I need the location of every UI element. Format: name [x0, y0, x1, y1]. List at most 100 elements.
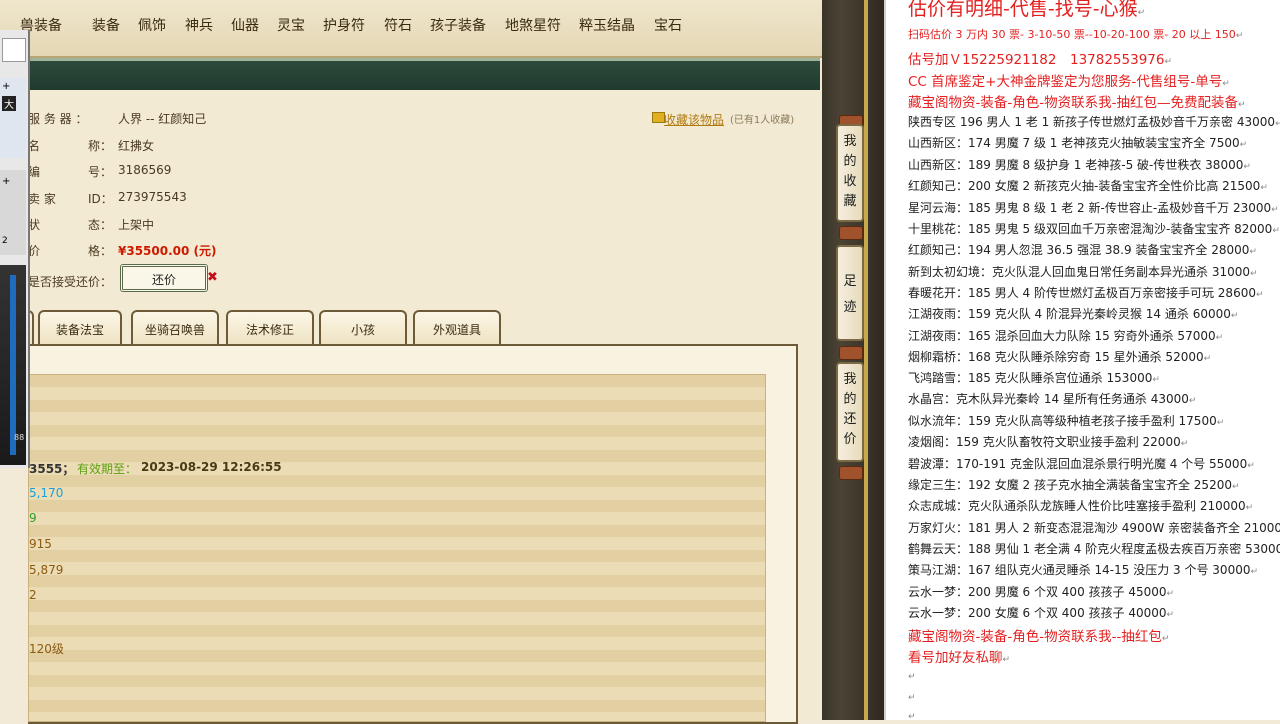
nav-item[interactable]: 符石	[384, 0, 412, 56]
doc-line-text: 众志成城：克火队通杀队龙族睡人性价比哇塞接手盈利 210000	[908, 499, 1246, 513]
tool-label: 2	[2, 236, 8, 246]
status-value: 上架中	[118, 218, 155, 232]
ornament-icon	[839, 226, 863, 240]
doc-line-text: 云水一梦：200 女魔 6 个双 400 孩孩子 40000	[908, 606, 1167, 620]
attr-value: 2	[29, 588, 37, 602]
tool-label: 大	[2, 96, 16, 111]
doc-line: 飞鸿踏雪：185 克火队睡杀宫位通杀 153000↵	[908, 369, 1160, 386]
name-label-suffix: 称：	[88, 139, 113, 153]
doc-line-text: 碧波潭：170-191 克金队混回血混杀景行明光魔 4 个号 55000	[908, 457, 1248, 471]
attr-value: 9	[29, 511, 37, 525]
section-header-bar	[0, 58, 820, 93]
paragraph-mark-icon: ↵	[1271, 205, 1279, 215]
seller-label-suffix: ID：	[88, 192, 113, 206]
nav-item[interactable]: 宝石	[654, 0, 682, 56]
seller-label: 卖 家	[28, 192, 56, 206]
doc-line-text: 鹤舞云天：188 男仙 1 老全满 4 阶克火程度孟极去疾百万亲密 53000	[908, 542, 1280, 556]
attr-value: 120级	[29, 642, 64, 656]
nav-item[interactable]: 装备	[92, 0, 120, 56]
favorite-count: (已有1人收藏)	[730, 115, 795, 126]
doc-line: 藏宝阁物资-装备-角色-物资联系我--抽红包↵	[908, 625, 1169, 645]
audio-meter: 88	[0, 265, 26, 465]
nav-item[interactable]: 佩饰	[138, 0, 166, 56]
window-frame	[822, 0, 884, 720]
paragraph-mark-icon: ↵	[1137, 8, 1146, 18]
nav-item[interactable]: 孩子装备	[430, 0, 486, 56]
ornament-icon	[839, 466, 863, 480]
nav-item[interactable]: 灵宝	[277, 0, 305, 56]
doc-line: 策马江湖：167 组队克火通灵睡杀 14-15 没压力 3 个号 30000↵	[908, 561, 1258, 578]
paragraph-mark-icon: ↵	[1230, 311, 1239, 321]
paragraph-mark-icon: ↵	[1245, 503, 1254, 513]
nav-item[interactable]: 护身符	[323, 0, 365, 56]
doc-line: 新到太初幻境：克火队混人回血鬼日常任务副本异光通杀 31000↵	[908, 263, 1258, 280]
attr-value: 5,879	[29, 563, 64, 577]
status-label-suffix: 态：	[88, 218, 113, 232]
doc-line-text: 山西新区：174 男魔 7 级 1 老神孩克火抽敏装宝宝齐全 7500	[908, 136, 1240, 150]
plus-icon[interactable]: +	[2, 176, 10, 187]
side-tab-label: 我的收藏	[843, 134, 857, 209]
favorite-icon[interactable]	[652, 112, 665, 123]
paragraph-mark-icon: ↵	[1166, 589, 1175, 599]
attribute-table: 3555； 有效期至： 2023-08-29 12:26:55 5,170 9 …	[28, 374, 766, 722]
favorite-link[interactable]: 收藏该物品	[664, 111, 724, 128]
paragraph-mark-icon: ↵	[1238, 100, 1246, 110]
side-tab-my-favorites[interactable]: 我的收藏	[836, 124, 864, 222]
doc-line: 春暖花开：185 男人 4 阶传世燃灯孟极百万亲密接手可玩 28600↵	[908, 284, 1264, 301]
side-tab-footprints[interactable]: 足迹	[836, 245, 864, 341]
doc-line-text: 十里桃花：185 男鬼 5 级双回血千万亲密混淘沙-装备宝宝齐 82000	[908, 222, 1273, 236]
doc-line: CC 首席鉴定+大神金牌鉴定为您服务-代售组号-单号↵	[908, 70, 1230, 90]
server-value: 人界 -- 红颜知己	[118, 112, 207, 126]
price-value: ¥35500.00 (元)	[118, 244, 217, 258]
nav-item[interactable]: 粹玉结晶	[579, 0, 635, 56]
doc-line-text: 估号加Ｖ15225921182 13782553976	[908, 52, 1165, 68]
document-panel: 估价有明细-代售-找号-心猴↵ 扫码估价 3 万内 30 票- 3-10-50 票…	[884, 0, 1280, 722]
tab-equipment[interactable]: 装备法宝	[38, 310, 122, 344]
paragraph-mark-icon: ↵	[1250, 567, 1259, 577]
tab-appearance[interactable]: 外观道具	[413, 310, 501, 344]
nav-item[interactable]: 地煞星符	[505, 0, 561, 56]
doc-line: 水晶宫：克木队异光秦岭 14 星所有任务通杀 43000↵	[908, 390, 1196, 407]
nav-item[interactable]: 仙器	[231, 0, 259, 56]
tool-box[interactable]	[2, 38, 26, 62]
plus-icon[interactable]: +	[2, 81, 10, 92]
doc-line: 众志成城：克火队通杀队龙族睡人性价比哇塞接手盈利 210000↵	[908, 497, 1253, 514]
doc-line: ↵	[908, 689, 916, 703]
doc-line-text: 春暖花开：185 男人 4 阶传世燃灯孟极百万亲密接手可玩 28600	[908, 286, 1256, 300]
doc-line: 万家灯火：181 男人 2 新变态混混淘沙 4900W 亲密装备齐全 21000…	[908, 519, 1280, 536]
doc-line: ↵	[908, 668, 916, 682]
doc-line: 红颜知己：200 女魔 2 新孩克火抽-装备宝宝齐全性价比高 21500↵	[908, 177, 1268, 194]
name-value: 红拂女	[118, 139, 155, 153]
id-label-suffix: 号：	[88, 165, 113, 179]
price-label-suffix: 格：	[88, 244, 113, 258]
doc-line: 碧波潭：170-191 克金队混回血混杀景行明光魔 4 个号 55000↵	[908, 455, 1255, 472]
doc-line-text: 红颜知己：200 女魔 2 新孩克火抽-装备宝宝齐全性价比高 21500	[908, 179, 1261, 193]
tab-child[interactable]: 小孩	[319, 310, 407, 344]
paragraph-mark-icon: ↵	[1216, 418, 1225, 428]
doc-line-text: 江湖夜雨：159 克火队 4 阶混异光秦岭灵猴 14 通杀 60000	[908, 307, 1231, 321]
counter-offer-label: 是否接受还价：	[28, 275, 113, 289]
expire-value: 2023-08-29 12:26:55	[141, 460, 282, 474]
close-icon[interactable]: ✖	[207, 270, 218, 285]
paragraph-mark-icon: ↵	[1249, 247, 1257, 257]
doc-line: 陕西专区 196 男人 1 老 1 新孩子传世燃灯孟极妙音千万亲密 43000↵	[908, 113, 1280, 130]
paragraph-mark-icon: ↵	[1203, 354, 1212, 364]
tab-spell-correction[interactable]: 法术修正	[226, 310, 314, 344]
server-label: 服 务 器 ：	[28, 112, 88, 126]
paragraph-mark-icon: ↵	[1272, 226, 1280, 236]
tab-mounts-summons[interactable]: 坐骑召唤兽	[131, 310, 219, 344]
meter-label: 88	[14, 433, 25, 442]
paragraph-mark-icon: ↵	[1164, 57, 1173, 67]
doc-line-text: 星河云海：185 男鬼 8 级 1 老 2 新-传世容止-孟极妙音千万 2300…	[908, 201, 1272, 215]
nav-item[interactable]: 神兵	[185, 0, 213, 56]
doc-line: 藏宝阁物资-装备-角色-物资联系我-抽红包—免费配装备↵	[908, 91, 1246, 111]
doc-line: 星河云海：185 男鬼 8 级 1 老 2 新-传世容止-孟极妙音千万 2300…	[908, 199, 1279, 216]
paragraph-mark-icon: ↵	[1152, 375, 1160, 385]
doc-line: 烟柳霜桥：168 克火队睡杀除穷奇 15 星外通杀 52000↵	[908, 348, 1211, 365]
side-tab-my-counter-offers[interactable]: 我的还价	[836, 362, 864, 462]
paragraph-mark-icon: ↵	[1235, 31, 1244, 41]
doc-line: 凌烟阁：159 克火队畜牧符文职业接手盈利 22000↵	[908, 433, 1188, 450]
doc-line: 山西新区：174 男魔 7 级 1 老神孩克火抽敏装宝宝齐全 7500↵	[908, 134, 1247, 151]
paragraph-mark-icon: ↵	[1243, 162, 1251, 172]
counter-offer-button[interactable]: 还价	[120, 264, 208, 292]
